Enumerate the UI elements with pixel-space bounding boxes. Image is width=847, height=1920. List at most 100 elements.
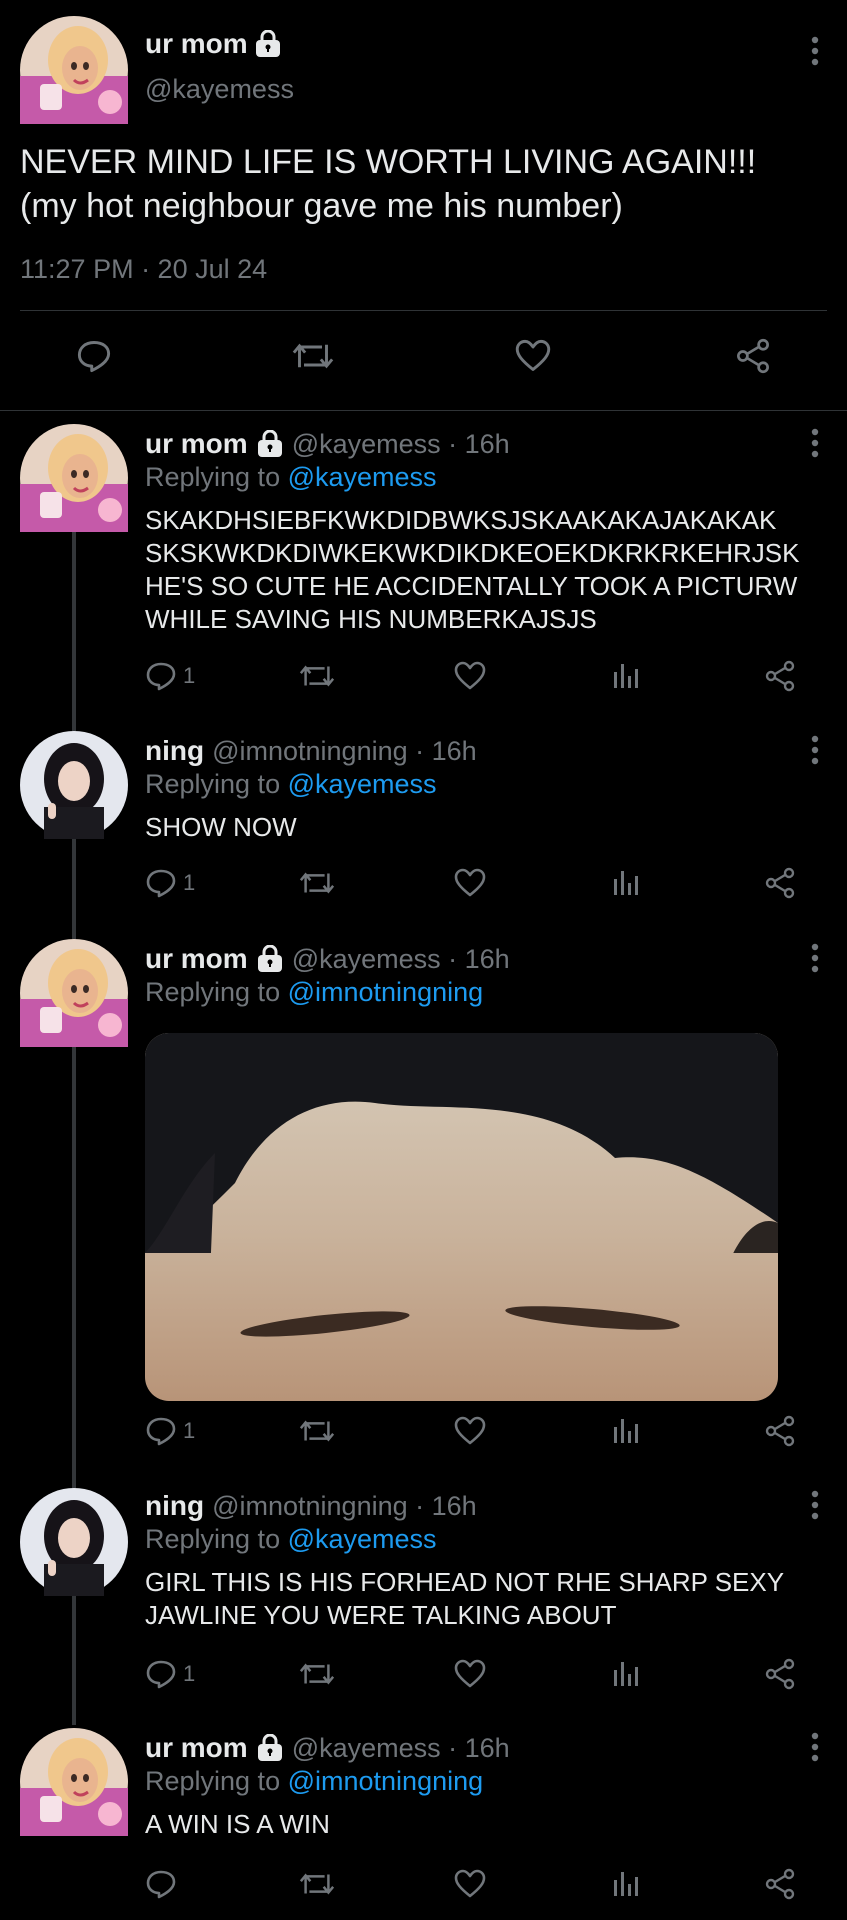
like-icon[interactable] bbox=[454, 867, 486, 899]
reply-icon bbox=[145, 1868, 177, 1900]
author-handle[interactable]: @kayemess · 16h bbox=[292, 429, 510, 460]
tweet-timestamp[interactable]: 11:27 PM · 20 Jul 24 bbox=[20, 254, 267, 285]
reply-icon bbox=[145, 1415, 177, 1447]
reply-tweet[interactable]: ur mom @kayemess · 16h Replying to @imno… bbox=[0, 1724, 847, 1914]
share-icon[interactable] bbox=[764, 1658, 796, 1690]
reply-header: ur mom @kayemess · 16h bbox=[145, 428, 510, 460]
author-handle[interactable]: @kayemess · 16h bbox=[292, 944, 510, 975]
avatar[interactable] bbox=[20, 16, 128, 124]
retweet-icon[interactable] bbox=[298, 867, 336, 899]
author-handle[interactable]: @imnotningning · 16h bbox=[212, 736, 477, 767]
replying-to: Replying to @imnotningning bbox=[145, 1766, 483, 1797]
avatar[interactable] bbox=[20, 424, 128, 532]
share-icon[interactable] bbox=[764, 1868, 796, 1900]
avatar[interactable] bbox=[20, 1728, 128, 1836]
share-icon[interactable] bbox=[764, 660, 796, 692]
photo-content bbox=[145, 1033, 778, 1253]
divider bbox=[20, 310, 827, 311]
reply-header: ning @imnotningning · 16h bbox=[145, 1490, 477, 1522]
lock-icon bbox=[256, 430, 284, 458]
more-options-icon[interactable] bbox=[811, 735, 819, 765]
reply-tweet[interactable]: ning @imnotningning · 16h Replying to @k… bbox=[0, 727, 847, 927]
reply-icon[interactable] bbox=[76, 338, 112, 374]
more-options-icon[interactable] bbox=[811, 1490, 819, 1520]
replying-to-handle[interactable]: @kayemess bbox=[288, 462, 437, 492]
like-icon[interactable] bbox=[454, 1868, 486, 1900]
reply-count: 1 bbox=[183, 870, 196, 895]
reply-icon bbox=[145, 660, 177, 692]
stats-icon[interactable] bbox=[609, 660, 641, 692]
retweet-icon[interactable] bbox=[298, 1658, 336, 1690]
attached-photo[interactable] bbox=[145, 1033, 778, 1401]
replying-to: Replying to @imnotningning bbox=[145, 977, 483, 1008]
like-icon[interactable] bbox=[454, 1658, 486, 1690]
author-name[interactable]: ning bbox=[145, 1490, 204, 1522]
author-name[interactable]: ur mom bbox=[145, 943, 248, 975]
author-name[interactable]: ur mom bbox=[145, 1732, 248, 1764]
avatar[interactable] bbox=[20, 939, 128, 1047]
replying-to-handle[interactable]: @kayemess bbox=[288, 769, 437, 799]
author-name[interactable]: ur mom bbox=[145, 28, 248, 60]
author-handle[interactable]: @kayemess · 16h bbox=[292, 1733, 510, 1764]
tweet-text: NEVER MIND LIFE IS WORTH LIVING AGAIN!!!… bbox=[20, 140, 820, 228]
author-name[interactable]: ur mom bbox=[145, 428, 248, 460]
stats-icon[interactable] bbox=[609, 1658, 641, 1690]
replying-to-handle[interactable]: @kayemess bbox=[288, 1524, 437, 1554]
retweet-icon[interactable] bbox=[298, 1868, 336, 1900]
tweet-text-line2: (my hot neighbour gave me his number) bbox=[20, 187, 623, 225]
replying-to: Replying to @kayemess bbox=[145, 1524, 437, 1555]
reply-text: A WIN IS A WIN bbox=[145, 1809, 330, 1839]
replying-to-handle[interactable]: @imnotningning bbox=[288, 1766, 484, 1796]
photo-detail bbox=[504, 1301, 681, 1335]
reply-text: SKAKDHSIEBFKWKDIDBWKSJSKAAKAKAJAKAKAK SK… bbox=[145, 505, 800, 634]
reply-text: GIRL THIS IS HIS FORHEAD NOT RHE SHARP S… bbox=[145, 1567, 785, 1630]
stats-icon[interactable] bbox=[609, 1415, 641, 1447]
like-icon[interactable] bbox=[454, 1415, 486, 1447]
reply-tweet[interactable]: ur mom @kayemess · 16h Replying to @imno… bbox=[0, 935, 847, 1455]
replying-to: Replying to @kayemess bbox=[145, 462, 437, 493]
main-tweet[interactable]: ur mom @kayemess NEVER MIND LIFE IS WORT… bbox=[0, 0, 847, 412]
reply-text: SHOW NOW bbox=[145, 812, 297, 842]
more-options-icon[interactable] bbox=[811, 428, 819, 458]
reply-tweet[interactable]: ur mom @kayemess · 16h Replying to @kaye… bbox=[0, 420, 847, 710]
stats-icon[interactable] bbox=[609, 867, 641, 899]
share-icon[interactable] bbox=[734, 338, 772, 374]
more-options-icon[interactable] bbox=[811, 1732, 819, 1762]
reply-button[interactable]: 1 bbox=[145, 867, 195, 899]
author-row: ur mom bbox=[145, 28, 282, 60]
replying-to-prefix: Replying to bbox=[145, 1766, 281, 1796]
reply-button[interactable]: 1 bbox=[145, 1415, 195, 1447]
reply-actions bbox=[0, 1868, 847, 1908]
reply-actions: 1 bbox=[0, 867, 847, 907]
author-handle[interactable]: @kayemess bbox=[145, 74, 294, 105]
avatar[interactable] bbox=[20, 731, 128, 839]
lock-icon bbox=[254, 30, 282, 58]
lock-icon bbox=[256, 1734, 284, 1762]
replying-to-prefix: Replying to bbox=[145, 769, 281, 799]
author-handle[interactable]: @imnotningning · 16h bbox=[212, 1491, 477, 1522]
retweet-icon[interactable] bbox=[298, 1415, 336, 1447]
reply-tweet[interactable]: ning @imnotningning · 16h Replying to @k… bbox=[0, 1482, 847, 1712]
reply-icon bbox=[145, 1658, 177, 1690]
share-icon[interactable] bbox=[764, 867, 796, 899]
avatar[interactable] bbox=[20, 1488, 128, 1596]
replying-to-handle[interactable]: @imnotningning bbox=[288, 977, 484, 1007]
reply-count: 1 bbox=[183, 663, 196, 688]
reply-header: ur mom @kayemess · 16h bbox=[145, 943, 510, 975]
share-icon[interactable] bbox=[764, 1415, 796, 1447]
like-icon[interactable] bbox=[514, 338, 552, 374]
reply-count: 1 bbox=[183, 1661, 196, 1686]
reply-header: ur mom @kayemess · 16h bbox=[145, 1732, 510, 1764]
reply-button[interactable]: 1 bbox=[145, 1658, 195, 1690]
more-options-icon[interactable] bbox=[811, 36, 819, 66]
reply-button[interactable] bbox=[145, 1868, 183, 1900]
more-options-icon[interactable] bbox=[811, 943, 819, 973]
replying-to-prefix: Replying to bbox=[145, 1524, 281, 1554]
retweet-icon[interactable] bbox=[290, 338, 336, 374]
reply-button[interactable]: 1 bbox=[145, 660, 195, 692]
retweet-icon[interactable] bbox=[298, 660, 336, 692]
like-icon[interactable] bbox=[454, 660, 486, 692]
author-name[interactable]: ning bbox=[145, 735, 204, 767]
stats-icon[interactable] bbox=[609, 1868, 641, 1900]
reply-header: ning @imnotningning · 16h bbox=[145, 735, 477, 767]
